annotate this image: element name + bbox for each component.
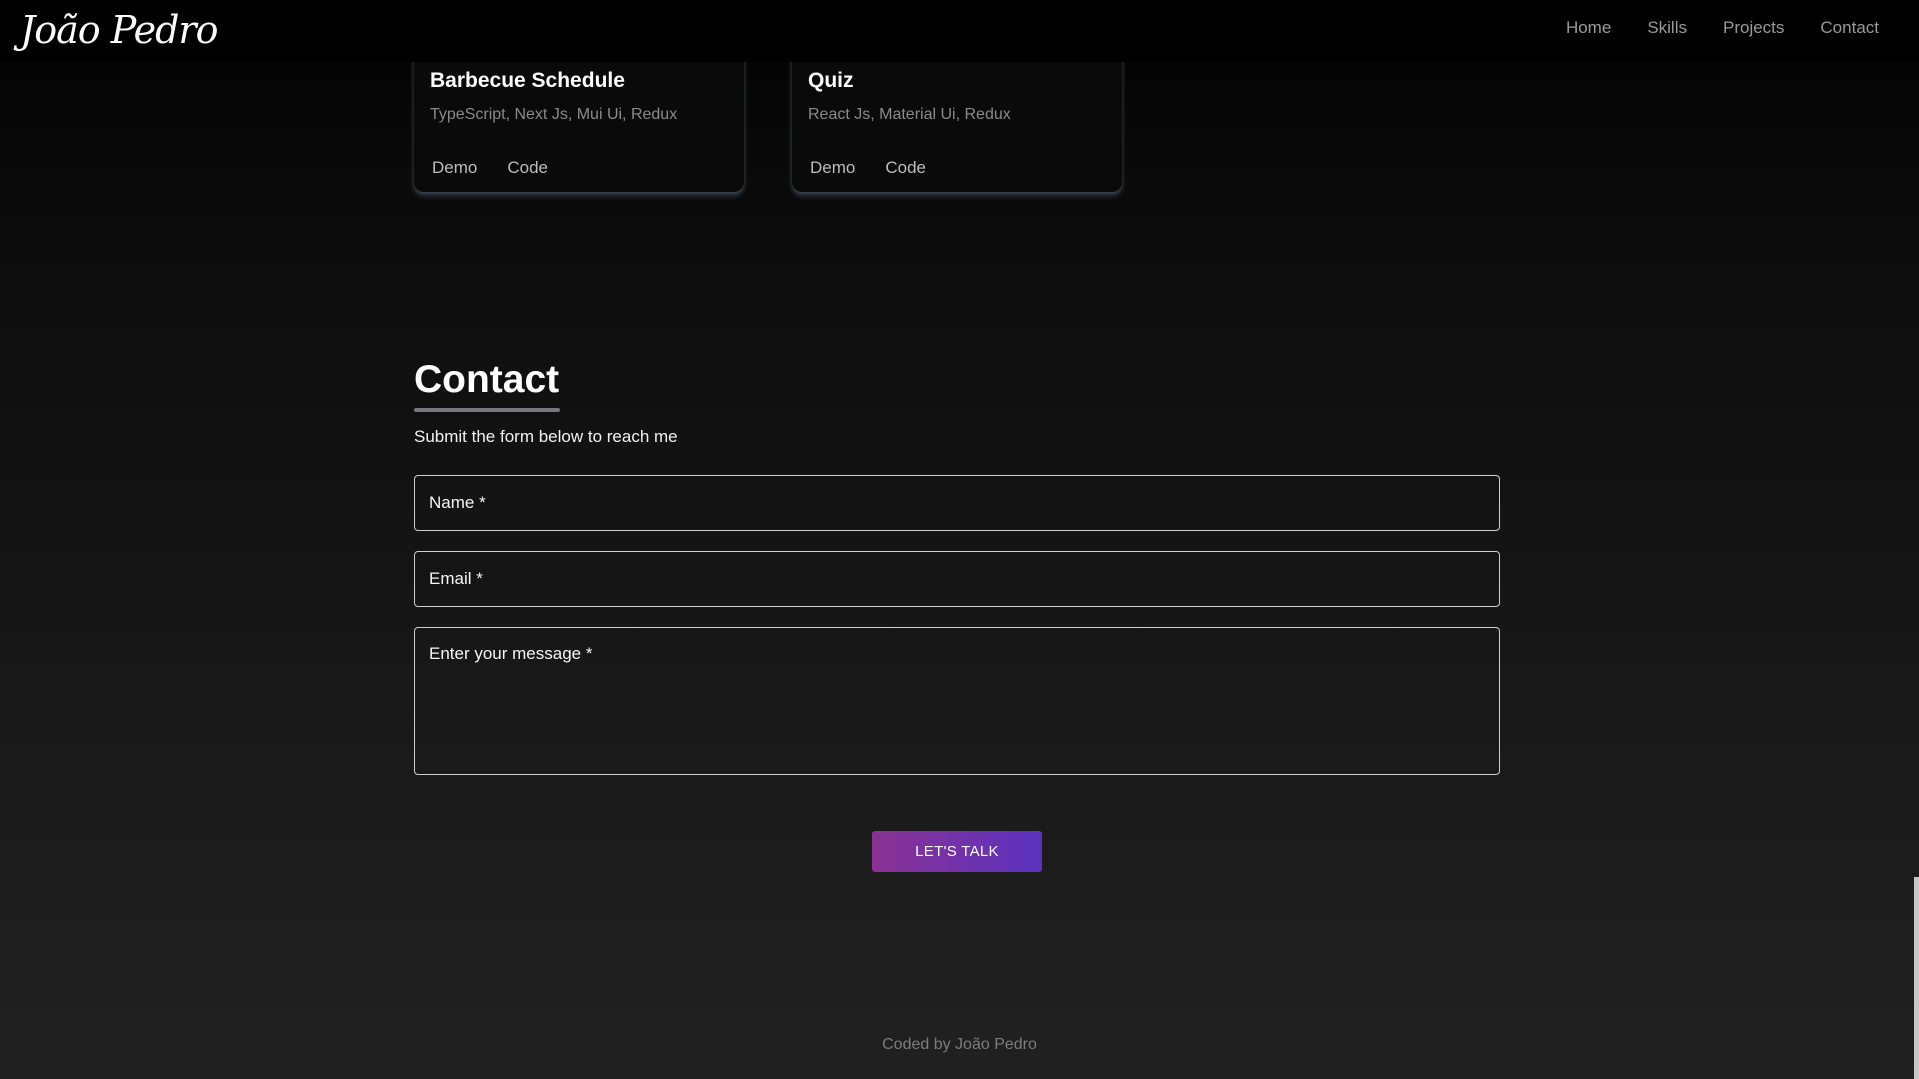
project-card-quiz: Quiz React Js, Material Ui, Redux Demo C… bbox=[792, 52, 1122, 192]
project-actions: Demo Code bbox=[432, 158, 578, 178]
nav-contact[interactable]: Contact bbox=[1820, 18, 1879, 38]
heading-underline bbox=[414, 408, 560, 412]
contact-subtitle: Submit the form below to reach me bbox=[414, 427, 678, 446]
name-input[interactable] bbox=[414, 475, 1500, 531]
scrollbar-thumb[interactable] bbox=[1914, 877, 1919, 1079]
nav-home[interactable]: Home bbox=[1566, 18, 1611, 38]
project-actions: Demo Code bbox=[810, 158, 956, 178]
project-card-barbecue-schedule: Barbecue Schedule TypeScript, Next Js, M… bbox=[414, 52, 744, 192]
code-button[interactable]: Code bbox=[507, 158, 548, 178]
demo-button[interactable]: Demo bbox=[432, 158, 477, 178]
project-tech-stack: TypeScript, Next Js, Mui Ui, Redux bbox=[430, 106, 678, 123]
footer-credit: Coded by João Pedro bbox=[882, 1036, 1037, 1053]
project-title: Barbecue Schedule bbox=[430, 69, 625, 92]
site-logo[interactable]: João Pedro bbox=[20, 4, 218, 56]
contact-heading: Contact bbox=[414, 358, 560, 401]
lets-talk-button[interactable]: LET'S TALK bbox=[872, 831, 1042, 872]
code-button[interactable]: Code bbox=[885, 158, 926, 178]
email-input[interactable] bbox=[414, 551, 1500, 607]
message-input[interactable] bbox=[414, 627, 1500, 775]
demo-button[interactable]: Demo bbox=[810, 158, 855, 178]
project-title: Quiz bbox=[808, 69, 854, 92]
nav-projects[interactable]: Projects bbox=[1723, 18, 1784, 38]
main-nav: Home Skills Projects Contact bbox=[1530, 0, 1879, 56]
site-header: João Pedro Home Skills Projects Contact bbox=[0, 0, 1919, 62]
project-tech-stack: React Js, Material Ui, Redux bbox=[808, 106, 1011, 123]
nav-skills[interactable]: Skills bbox=[1647, 18, 1687, 38]
